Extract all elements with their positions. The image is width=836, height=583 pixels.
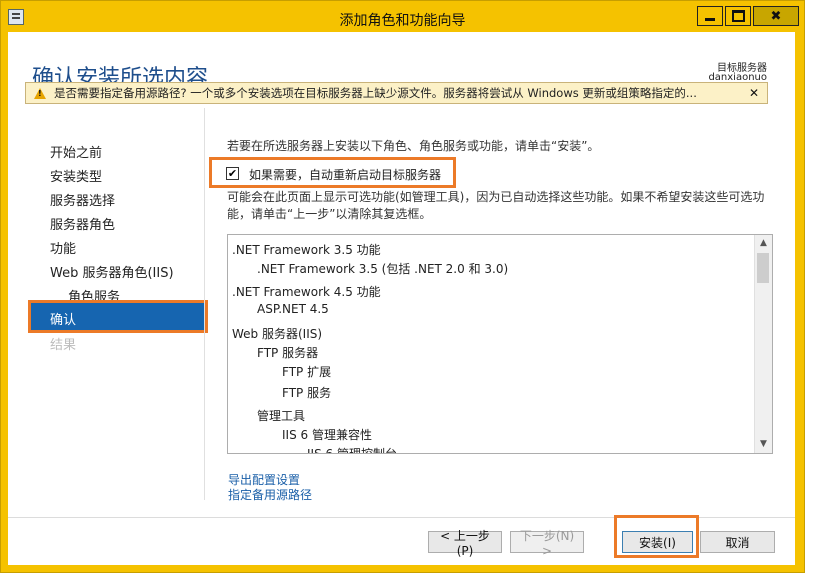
features-list[interactable]: .NET Framework 3.5 功能 .NET Framework 3.5…: [227, 234, 773, 454]
list-item: IIS 6 管理兼容性: [282, 428, 372, 442]
list-item: .NET Framework 3.5 功能: [232, 243, 381, 257]
cancel-button[interactable]: 取消: [700, 531, 775, 553]
previous-button[interactable]: < 上一步(P): [428, 529, 502, 558]
list-item: .NET Framework 3.5 (包括 .NET 2.0 和 3.0): [257, 262, 509, 276]
confirmation-highlight-box: [28, 300, 208, 333]
next-button[interactable]: 下一步(N) >: [510, 529, 584, 558]
restart-checkbox-label[interactable]: 如果需要，自动重新启动目标服务器: [249, 166, 441, 183]
nav-item-server-selection[interactable]: 服务器选择: [50, 190, 115, 209]
list-item: Web 服务器(IIS): [232, 327, 323, 341]
scroll-up-icon[interactable]: ▲: [755, 235, 772, 252]
close-button[interactable]: ✖: [753, 6, 799, 26]
list-item: FTP 服务: [282, 386, 332, 400]
optional-features-note: 可能会在此页面上显示可选功能(如管理工具)，因为已自动选择这些功能。如果不希望安…: [227, 190, 765, 221]
nav-item-results: 结果: [50, 338, 77, 353]
nav-divider: [204, 108, 205, 500]
scroll-down-icon[interactable]: ▼: [755, 436, 772, 453]
scroll-thumb[interactable]: [757, 253, 769, 283]
minimize-button[interactable]: [697, 6, 723, 26]
list-item: .NET Framework 4.5 功能: [232, 285, 381, 299]
alt-source-path-link[interactable]: 指定备用源路径: [228, 486, 312, 503]
nav-item-server-roles[interactable]: 服务器角色: [50, 214, 115, 233]
nav-item-web-server-role[interactable]: Web 服务器角色(IIS): [50, 262, 174, 281]
list-item: FTP 扩展: [282, 365, 332, 379]
list-item: FTP 服务器: [257, 346, 319, 360]
nav-item-before-you-begin[interactable]: 开始之前: [50, 142, 102, 161]
list-item: IIS 6 管理控制台: [307, 447, 397, 454]
maximize-button[interactable]: [725, 6, 751, 26]
warning-close-icon[interactable]: ✕: [749, 86, 759, 100]
list-item: ASP.NET 4.5: [257, 302, 329, 316]
window-title: 添加角色和功能向导: [339, 13, 466, 29]
warning-triangle-icon: !: [34, 87, 46, 99]
warning-banner[interactable]: ! 是否需要指定备用源路径? 一个或多个安装选项在目标服务器上缺少源文件。服务器…: [25, 82, 768, 104]
nav-item-installation-type[interactable]: 安装类型: [50, 166, 102, 185]
warning-text: 是否需要指定备用源路径? 一个或多个安装选项在目标服务器上缺少源文件。服务器将尝…: [54, 86, 697, 100]
nav-item-features[interactable]: 功能: [50, 238, 76, 257]
restart-checkbox[interactable]: ✔: [226, 167, 239, 180]
features-scrollbar[interactable]: ▲ ▼: [754, 235, 772, 453]
list-item: 管理工具: [257, 409, 306, 423]
install-highlight-box: [614, 515, 699, 558]
install-instructions: 若要在所选服务器上安装以下角色、角色服务或功能，请单击“安装”。: [227, 139, 600, 153]
